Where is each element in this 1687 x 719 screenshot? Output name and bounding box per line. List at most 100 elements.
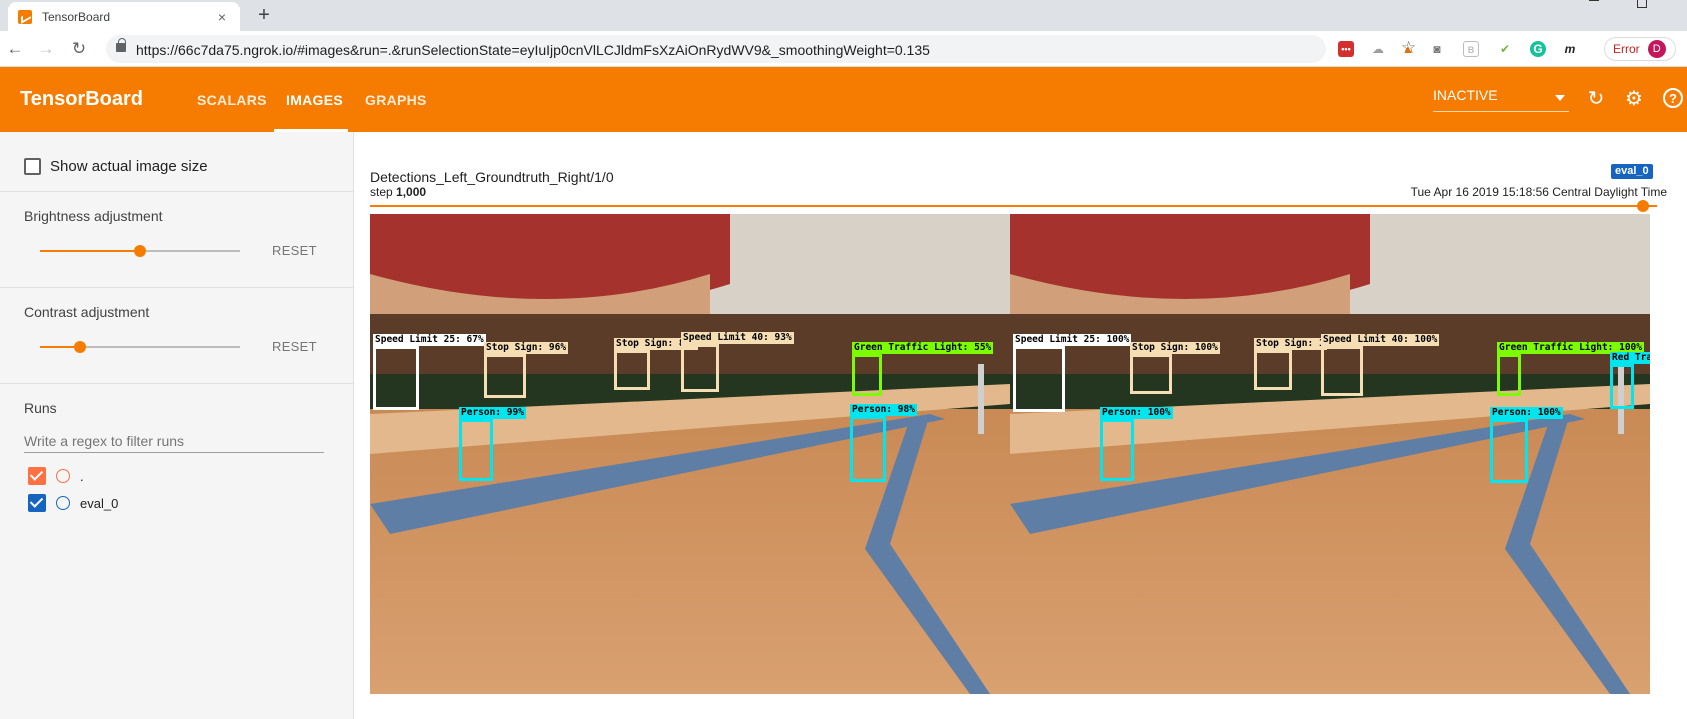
run-eval-0-checkbox[interactable] [28,494,46,512]
plugin-select-value: INACTIVE [1433,87,1498,103]
contrast-reset-button[interactable]: RESET [272,339,317,354]
detection-box: Person: 99% [459,407,526,481]
groundtruth-box: Stop Sign: 100% [1130,342,1220,394]
help-icon[interactable]: ? [1661,87,1685,111]
groundtruth-label: Person: 100% [1100,407,1173,419]
groundtruth-box: Speed Limit 40: 100% [1321,334,1440,396]
groundtruth-box: Green Traffic Light: 100% [1497,342,1644,396]
reload-icon[interactable]: ↻ [70,40,88,58]
address-bar[interactable]: https://66c7da75.ngrok.io/#images&run=.&… [106,35,1416,63]
contrast-slider-thumb[interactable] [74,341,86,353]
run-eval-0-label: eval_0 [80,495,119,511]
detection-image: Speed Limit 25: 67% Stop Sign: 96% Stop … [370,214,1650,694]
detection-label: Stop Sign: 96% [484,342,569,354]
extension-lastpass-icon[interactable]: ••• [1338,41,1354,57]
lock-icon[interactable] [116,38,126,52]
detection-box: Speed Limit 40: 93% [681,332,794,392]
contrast-label: Contrast adjustment [24,304,150,320]
new-tab-button[interactable]: + [253,4,275,26]
step-slider[interactable] [370,205,1657,207]
profile-error-chip[interactable]: Error D [1604,37,1676,61]
runs-heading: Runs [24,400,57,416]
run-dot-radio[interactable] [56,469,70,483]
brightness-label: Brightness adjustment [24,208,163,224]
brightness-section: Brightness adjustment RESET [0,192,354,288]
groundtruth-label: Red Tra [1610,352,1650,364]
browser-toolbar: ← → ↻ https://66c7da75.ngrok.io/#images&… [0,31,1687,67]
tab-graphs[interactable]: GRAPHS [365,92,427,108]
step-slider-thumb[interactable] [1637,200,1649,212]
browser-tabstrip: TensorBoard × + [0,0,1687,31]
svg-text:?: ? [1669,91,1677,106]
maximize-window-icon[interactable] [1637,0,1647,8]
tensorboard-favicon-icon [18,9,32,24]
minimize-window-icon[interactable] [1589,0,1599,1]
detection-label: Green Traffic Light: 55% [852,342,994,354]
groundtruth-label: Person: 100% [1490,407,1563,419]
tab-images[interactable]: IMAGES [286,92,343,108]
image-card: Detections_Left_Groundtruth_Right/1/0 st… [355,132,1687,719]
wall-time: Tue Apr 16 2019 15:18:56 Central Dayligh… [1410,185,1667,199]
detection-label: Person: 99% [459,407,526,419]
profile-error-label: Error [1613,42,1640,56]
sidebar: Show actual image size Brightness adjust… [0,132,354,719]
url-text[interactable]: https://66c7da75.ngrok.io/#images&run=.&… [136,42,930,58]
groundtruth-label: Stop Sign: 1 [1254,338,1327,350]
extension-cloud-icon[interactable]: ☁ [1370,41,1386,57]
brightness-slider-thumb[interactable] [134,245,146,257]
avatar: D [1647,40,1666,58]
extension-check-icon[interactable]: ✔ [1497,41,1513,57]
tensorboard-header: TensorBoard SCALARS IMAGES GRAPHS INACTI… [0,67,1687,132]
run-row-eval-0[interactable]: eval_0 [28,493,118,513]
run-dot-label: . [80,468,84,484]
extension-camera-icon[interactable]: ◙ [1429,41,1445,57]
extension-b-icon[interactable]: B [1463,41,1479,57]
runs-filter-input[interactable] [24,429,324,453]
chevron-down-icon [1555,95,1565,101]
extension-grammarly-icon[interactable]: G [1530,41,1546,57]
run-eval-0-radio[interactable] [56,496,70,510]
step-label: step 1,000 [370,185,426,199]
browser-tab-title: TensorBoard [42,9,111,24]
image-size-section: Show actual image size [0,132,354,192]
app-title: TensorBoard [20,88,143,110]
browser-tab[interactable]: TensorBoard × [8,2,240,31]
image-tag-title: Detections_Left_Groundtruth_Right/1/0 [370,169,614,185]
brightness-slider-fill [40,250,140,252]
contrast-slider[interactable] [40,341,240,353]
groundtruth-box: Person: 100% [1100,407,1173,481]
brightness-slider[interactable] [40,245,240,257]
extension-m-icon[interactable]: m [1562,41,1578,57]
run-badge: eval_0 [1611,164,1653,179]
detection-label: Person: 98% [850,404,917,416]
tab-scalars[interactable]: SCALARS [197,92,267,108]
groundtruth-label: Speed Limit 25: 100% [1013,334,1132,346]
detection-box: Green Traffic Light: 55% [852,342,994,396]
detection-box: Person: 98% [850,404,917,482]
detection-box: Stop Sign: 83% [614,338,699,390]
back-arrow-icon[interactable]: ← [6,40,24,58]
step-value: 1,000 [396,185,427,199]
groundtruth-right-image: Speed Limit 25: 100% Stop Sign: 100% Sto… [1010,214,1650,694]
detections-left-image: Speed Limit 25: 67% Stop Sign: 96% Stop … [370,214,1010,694]
run-dot-checkbox[interactable] [28,467,46,485]
gear-icon[interactable]: ⚙ [1622,87,1646,111]
plugin-select-dropdown[interactable]: INACTIVE [1433,84,1569,112]
extension-vlc-icon[interactable]: ▲ [1400,41,1416,57]
groundtruth-box: Speed Limit 25: 100% [1013,334,1132,412]
detection-box: Stop Sign: 96% [484,342,569,398]
reload-data-icon[interactable]: ↻ [1584,87,1608,111]
groundtruth-box: Stop Sign: 1 [1254,338,1327,390]
forward-arrow-icon[interactable]: → [37,40,55,58]
detection-label: Speed Limit 25: 67% [373,334,486,346]
run-row-dot[interactable]: . [28,466,84,486]
groundtruth-label: Speed Limit 40: 100% [1321,334,1440,346]
show-actual-size-label: Show actual image size [50,158,208,175]
close-tab-icon[interactable]: × [214,9,230,25]
detection-label: Speed Limit 40: 93% [681,332,794,344]
groundtruth-box: Person: 100% [1490,407,1563,483]
show-actual-size-checkbox[interactable] [24,158,41,175]
groundtruth-box: Red Tra [1610,352,1650,409]
brightness-reset-button[interactable]: RESET [272,243,317,258]
groundtruth-label: Stop Sign: 100% [1130,342,1220,354]
